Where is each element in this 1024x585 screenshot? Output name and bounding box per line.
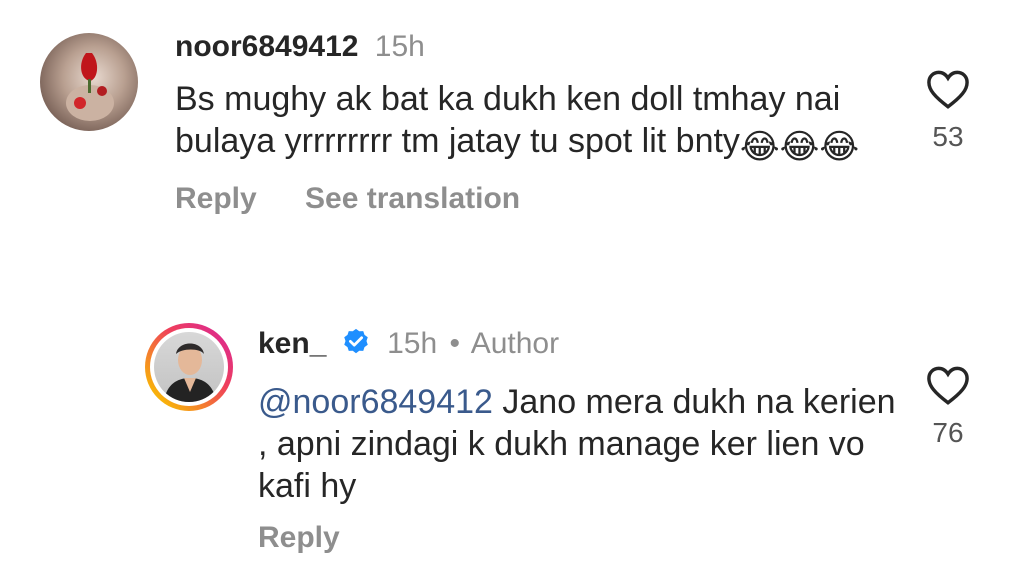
- reply-button[interactable]: Reply: [258, 521, 340, 554]
- comment-text: Bs mughy ak bat ka dukh ken doll tmhay n…: [175, 78, 895, 168]
- reply-button[interactable]: Reply: [175, 182, 257, 215]
- avatar: [150, 328, 228, 406]
- emoji-laughing-icon: 😂😂😂: [739, 128, 860, 166]
- see-translation-button[interactable]: See translation: [305, 182, 520, 215]
- like-button[interactable]: 53: [918, 68, 978, 153]
- rose-image-icon: [66, 53, 114, 121]
- comment-actions: Reply: [258, 521, 898, 555]
- like-count: 76: [932, 417, 964, 448]
- heart-icon[interactable]: [925, 364, 971, 406]
- comment-username[interactable]: noor6849412: [175, 30, 358, 63]
- author-label: Author: [470, 327, 560, 360]
- separator-dot: •: [449, 327, 460, 360]
- story-ring[interactable]: [145, 323, 233, 411]
- like-button[interactable]: 76: [918, 364, 978, 449]
- verified-badge-icon: [341, 327, 371, 367]
- mention-link[interactable]: @noor6849412: [258, 383, 493, 421]
- comment-actions: Reply See translation: [175, 182, 895, 216]
- comment-username[interactable]: ken_: [258, 327, 326, 360]
- comment-time: 15h: [387, 327, 438, 360]
- comment-time: 15h: [374, 30, 425, 63]
- comment-text: @noor6849412 Jano mera dukh na kerien , …: [258, 381, 898, 507]
- heart-icon[interactable]: [925, 68, 971, 110]
- like-count: 53: [932, 121, 964, 152]
- avatar[interactable]: [40, 33, 138, 131]
